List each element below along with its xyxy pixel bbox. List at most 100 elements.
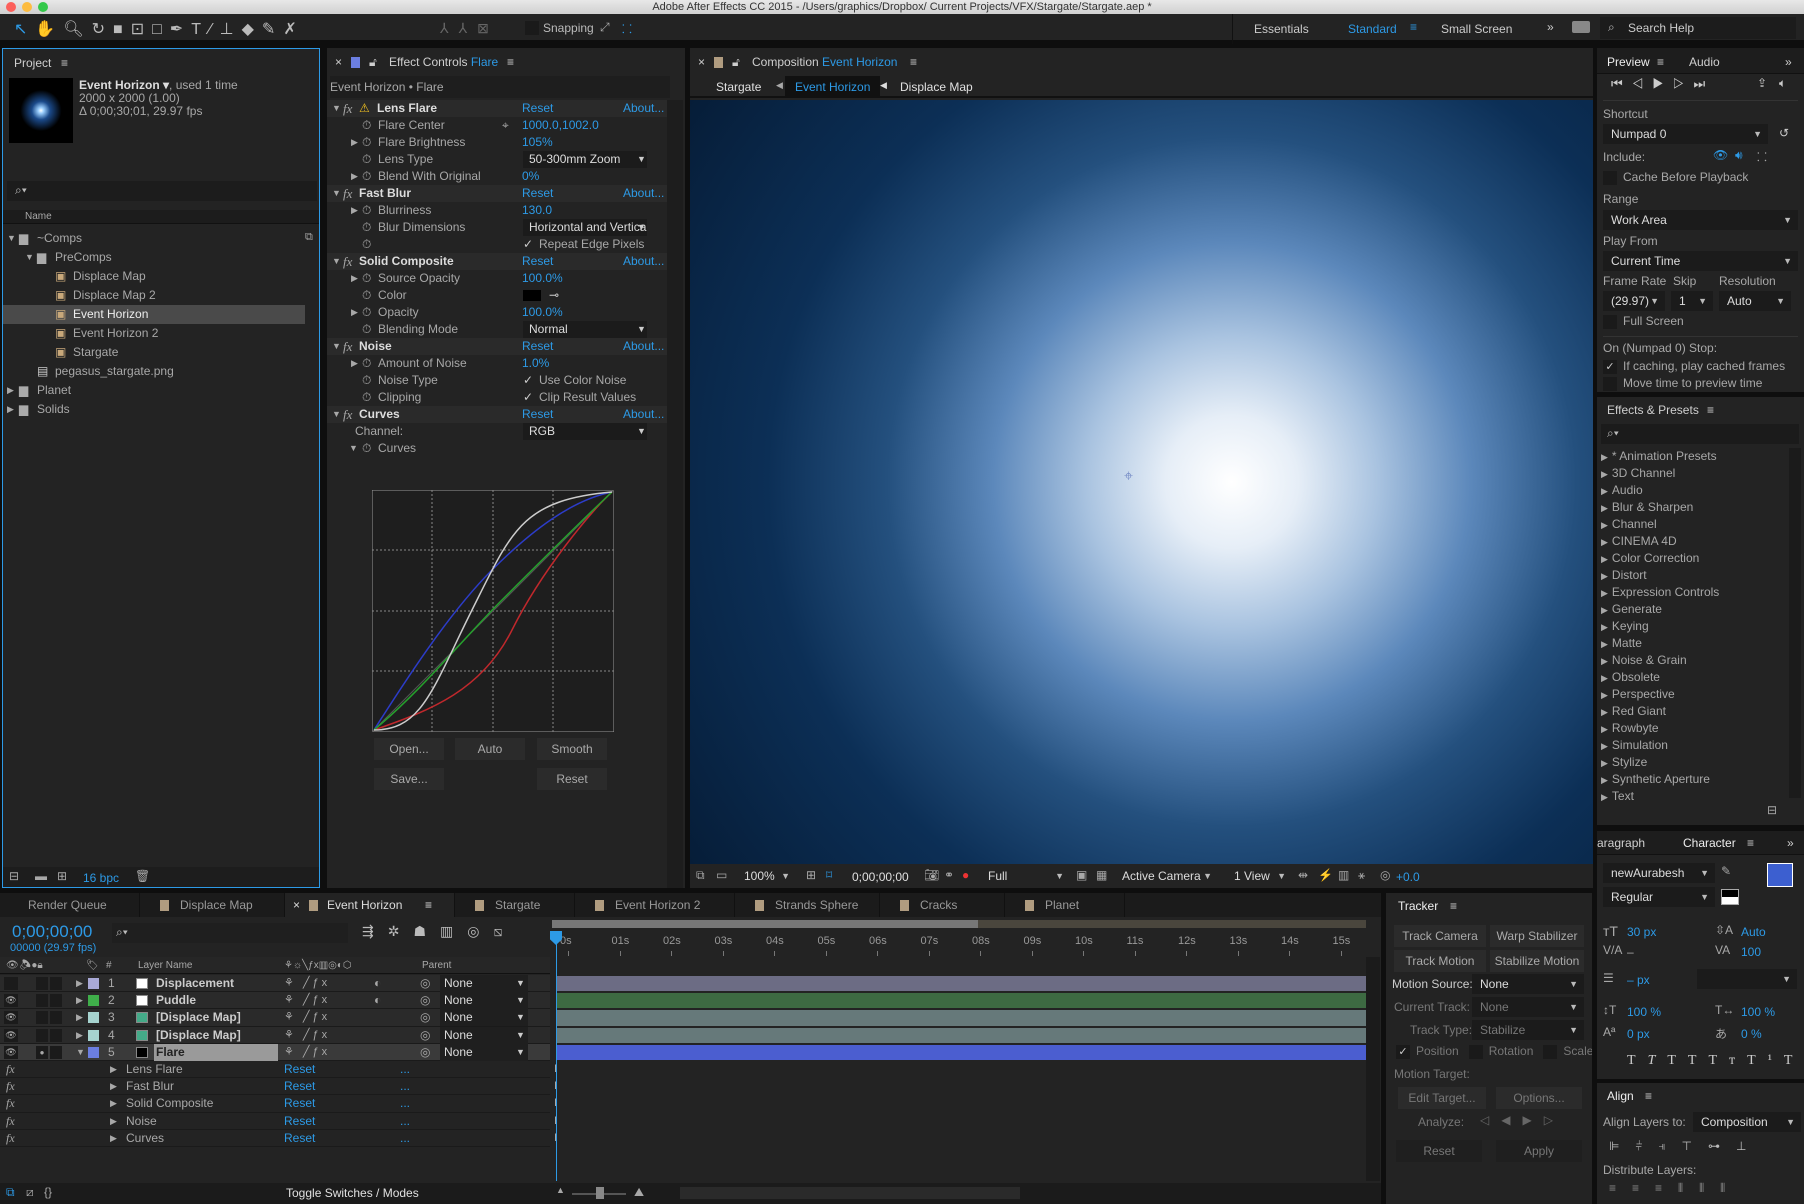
stopwatch-icon[interactable]: ⏱ <box>362 321 371 338</box>
twirl-closed-icon[interactable]: ▶ <box>1601 775 1608 785</box>
timeline-icon[interactable]: ▥ <box>1338 868 1349 882</box>
layer-name[interactable]: [Displace Map] <box>156 1009 241 1026</box>
layer-row[interactable]: 👁︎ ▶ 3 [Displace Map] ⚘ ╱ƒx ◎ None ▼ <box>0 1009 550 1027</box>
fx-icon[interactable]: fx <box>343 406 352 423</box>
lock-toggle[interactable] <box>50 977 62 990</box>
parent-dropdown[interactable]: None <box>440 1009 528 1027</box>
include-audio-icon[interactable]: 🔊︎ <box>1735 148 1743 163</box>
layer-effect-row[interactable]: fx ▶ Fast Blur Reset... <box>0 1078 550 1096</box>
skip-dropdown[interactable]: 1 <box>1671 291 1713 311</box>
twirl-closed-icon[interactable]: ▶ <box>1601 571 1608 581</box>
effects-category[interactable]: ▶ Noise & Grain <box>1601 652 1787 669</box>
layer-row[interactable]: 👁︎ ▶ 4 [Displace Map] ⚘ ╱ƒx ◎ None ▼ <box>0 1026 550 1044</box>
layer-effect-row[interactable]: fx ▶ Solid Composite Reset... <box>0 1095 550 1113</box>
effect-options-link[interactable]: ... <box>400 1078 410 1095</box>
property-value[interactable]: 130.0 <box>522 202 552 219</box>
twirl-closed-icon[interactable]: ▶ <box>351 355 358 372</box>
project-tab[interactable]: Project <box>14 56 51 70</box>
stopwatch-icon[interactable]: ⏱ <box>362 355 371 372</box>
color-swatch[interactable] <box>523 290 541 301</box>
crumb-displace-map[interactable]: Displace Map <box>900 80 973 94</box>
property-value[interactable]: 105% <box>522 134 553 151</box>
twirl-closed-icon[interactable]: ▶ <box>1601 707 1608 717</box>
project-item[interactable]: ▣ Event Horizon <box>3 305 305 324</box>
chevron-down-icon[interactable]: ▼ <box>516 1009 525 1026</box>
chevron-down-icon[interactable]: ▼ <box>637 423 646 440</box>
effects-category[interactable]: ▶ Matte <box>1601 635 1787 652</box>
layer-name[interactable]: [Displace Map] <box>156 1027 241 1044</box>
project-item[interactable]: ▣ Displace Map 2 <box>3 286 305 305</box>
effects-category[interactable]: ▶ Perspective <box>1601 686 1787 703</box>
distribute-vcenter-icon[interactable]: ≡ <box>1632 1181 1655 1195</box>
layer-label-color[interactable] <box>88 1029 99 1041</box>
workspace-menu-icon[interactable]: ≡ <box>1410 20 1417 34</box>
curves-reset-button[interactable]: Reset <box>537 768 607 790</box>
include-video-icon[interactable]: 👁︎ <box>1713 148 1728 162</box>
video-visibility-toggle[interactable]: 👁︎ <box>4 1028 18 1042</box>
roto-brush-tool-icon[interactable]: ✎ <box>262 21 283 38</box>
subscript-icon[interactable]: T₁ <box>1784 1053 1804 1068</box>
kerning-value[interactable]: – <box>1627 945 1634 959</box>
effect-options-link[interactable]: ... <box>400 1130 410 1147</box>
stopwatch-icon[interactable]: ⏱ <box>362 202 371 219</box>
zoom-in-icon[interactable]: ⛰︎ <box>634 1185 644 1200</box>
first-frame-icon[interactable]: ⏮ <box>1611 76 1632 91</box>
snap-options-icon[interactable]: ⤢ <box>600 20 610 35</box>
twirl-open-icon[interactable]: ▼ <box>332 338 341 355</box>
twirl-closed-icon[interactable]: ▶ <box>110 1095 117 1112</box>
panel-menu-icon[interactable]: ≡ <box>1657 55 1664 69</box>
workspace-standard[interactable]: Standard <box>1348 22 1397 36</box>
font-style-dropdown[interactable]: Regular <box>1603 887 1715 907</box>
layer-switches[interactable]: ⚘ ╱ƒx <box>284 992 330 1009</box>
puppet-pin-tool-icon[interactable]: ✗ <box>283 21 304 38</box>
track-type-dropdown[interactable]: Stabilize <box>1472 1020 1584 1040</box>
stopwatch-icon[interactable]: ⏱ <box>362 151 371 168</box>
channel-icon[interactable]: ● <box>962 868 969 882</box>
lock-toggle[interactable] <box>50 1045 62 1059</box>
baseline-shift-value[interactable]: 0 px <box>1627 1027 1650 1041</box>
twirl-closed-icon[interactable]: ▶ <box>351 202 358 219</box>
twirl-closed-icon[interactable]: ▶ <box>1601 452 1608 462</box>
video-visibility-toggle[interactable] <box>4 977 18 990</box>
twirl-closed-icon[interactable]: ▶ <box>1601 520 1608 530</box>
tab-displace-map[interactable]: Displace Map <box>140 893 285 917</box>
layer-label-color[interactable] <box>88 978 99 989</box>
effect-reset-link[interactable]: Reset <box>522 253 553 270</box>
property-value[interactable]: 1000.0,1002.0 <box>522 117 599 134</box>
eyedropper-icon[interactable]: ⊸ <box>549 287 559 304</box>
property-dropdown[interactable]: Normal <box>523 321 647 338</box>
full-screen-checkbox[interactable] <box>1603 314 1617 329</box>
stopwatch-icon[interactable]: ⏱ <box>362 372 371 389</box>
tab-planet[interactable]: Planet <box>1005 893 1125 917</box>
stopwatch-icon[interactable]: ⏱ <box>362 236 371 253</box>
effect-reset-link[interactable]: Reset <box>522 100 553 117</box>
curves-save-button[interactable]: Save... <box>374 768 444 790</box>
layer-name-column-header[interactable]: Layer Name <box>138 957 192 974</box>
stabilize-motion-button[interactable]: Stabilize Motion <box>1490 950 1584 972</box>
last-frame-icon[interactable]: ⏭ <box>1694 76 1715 91</box>
twirl-closed-icon[interactable]: ▶ <box>351 168 358 185</box>
leading-value[interactable]: Auto <box>1741 925 1766 939</box>
more-panels-icon[interactable]: » <box>1785 55 1792 69</box>
align-to-dropdown[interactable]: Composition <box>1693 1112 1801 1132</box>
twirl-closed-icon[interactable]: ▶ <box>7 400 14 419</box>
effects-category[interactable]: ▶ Distort <box>1601 567 1787 584</box>
crumb-stargate[interactable]: Stargate <box>716 80 761 94</box>
resolution-dropdown[interactable]: Auto <box>1719 291 1791 311</box>
eraser-tool-icon[interactable]: ◆ <box>242 21 262 38</box>
rotate-tool-icon[interactable]: ↻ <box>92 21 113 38</box>
chevron-down-icon[interactable]: ▼ <box>516 1027 525 1044</box>
effect-options-link[interactable]: ... <box>400 1095 410 1112</box>
twirl-open-icon[interactable]: ▼ <box>7 229 16 248</box>
panel-menu-icon[interactable]: ≡ <box>507 55 514 69</box>
chevron-down-icon[interactable]: ▼ <box>516 1044 525 1061</box>
twirl-closed-icon[interactable]: ▶ <box>76 992 83 1009</box>
parent-dropdown[interactable]: None <box>440 1043 528 1061</box>
effect-name[interactable]: Solid Composite <box>359 253 454 270</box>
effect-name[interactable]: Fast Blur <box>359 185 411 202</box>
time-ruler[interactable]: 0s 01s 02s 03s 04s 05s 06s 07s 08s 09s 10s 11s 12s 13… <box>552 931 1366 957</box>
effect-name[interactable]: Curves <box>359 406 400 423</box>
curves-smooth-button[interactable]: Smooth <box>537 738 607 760</box>
effect-name[interactable]: Solid Composite <box>126 1095 213 1112</box>
range-dropdown[interactable]: Work Area <box>1603 210 1798 230</box>
